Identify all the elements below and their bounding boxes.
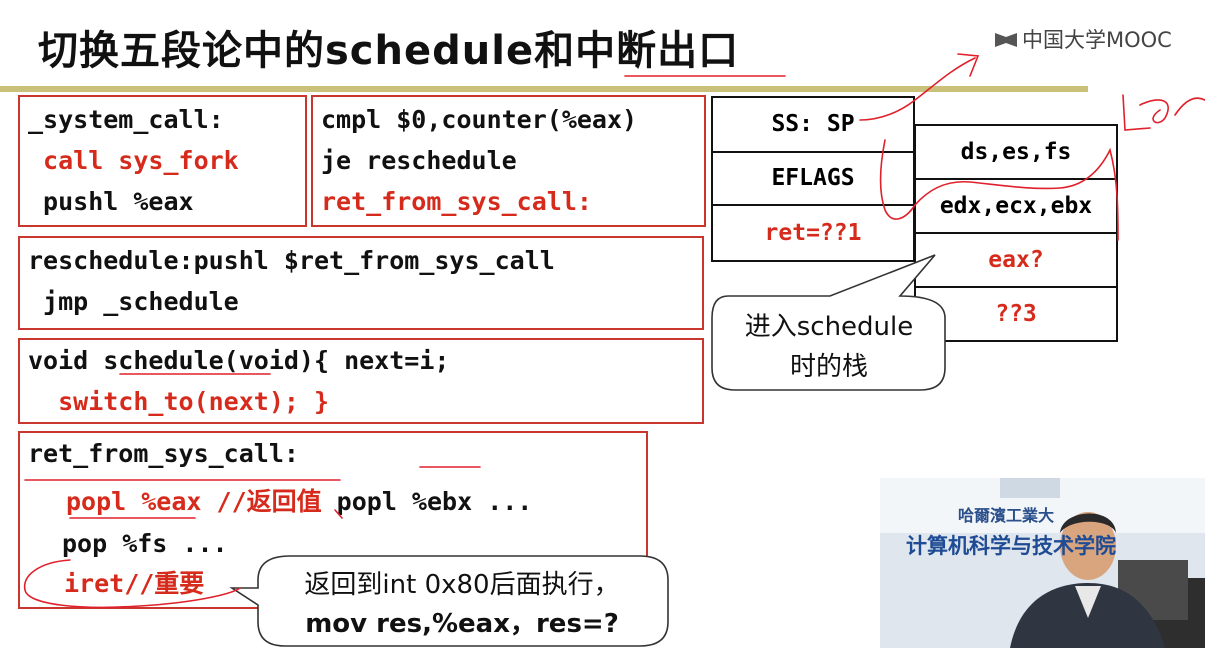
video-banner: 计算机科学与技术学院	[906, 534, 1116, 558]
lecturer-video: 哈爾濱工業大 计算机科学与技术学院	[880, 478, 1205, 648]
video-banner-top: 哈爾濱工業大	[958, 506, 1055, 525]
schedule-callout-line1: 进入schedule	[744, 312, 914, 342]
iret-callout-line1: 返回到int 0x80后面执行，	[304, 570, 620, 600]
schedule-callout-line2: 时的栈	[789, 352, 868, 382]
iret-callout-line2: mov res,%eax，res=?	[305, 609, 619, 639]
